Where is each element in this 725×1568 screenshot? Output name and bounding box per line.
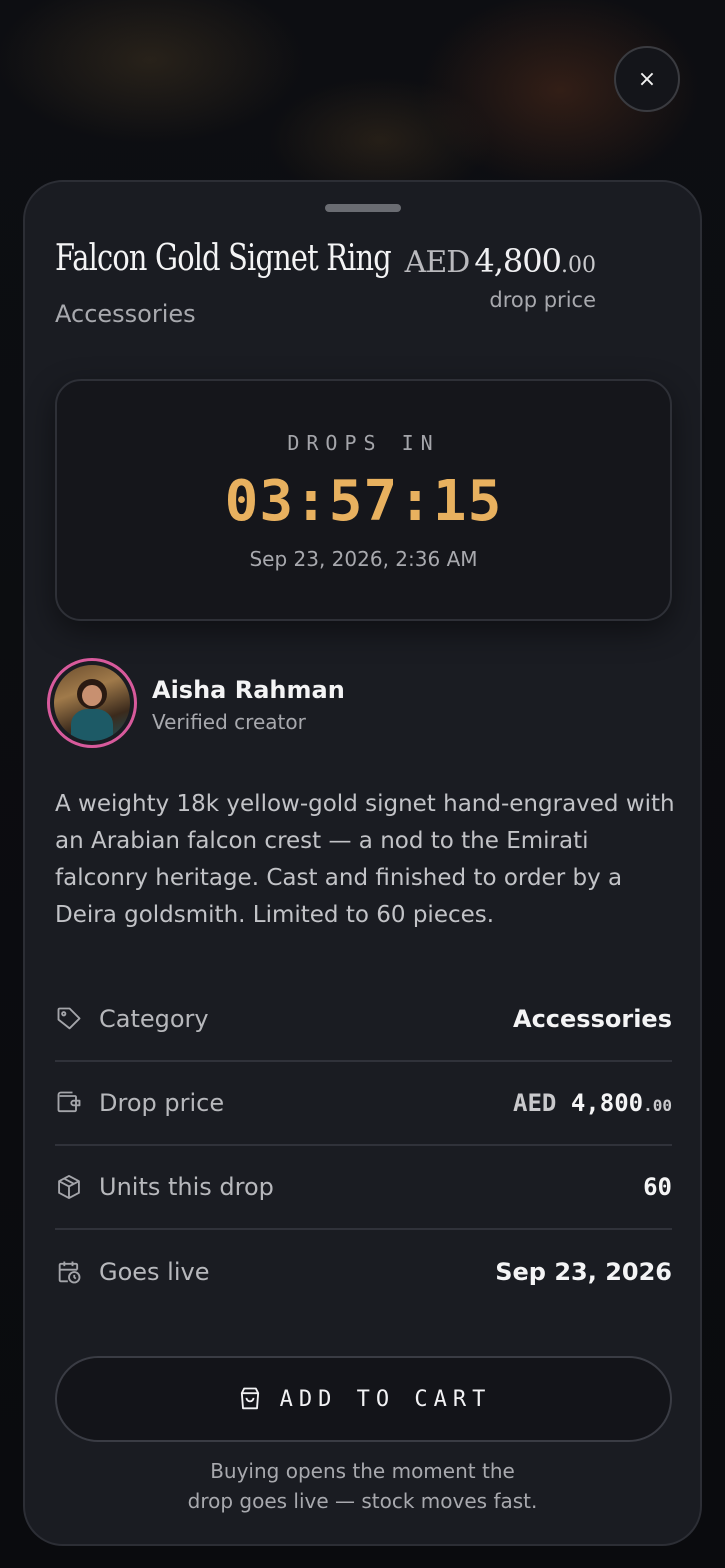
price-note: drop price [489,288,596,312]
countdown-card: DROPS IN 03:57:15 Sep 23, 2026, 2:36 AM [55,379,672,621]
calendar-clock-icon [55,1258,83,1286]
spec-row-goes-live: Goes live Sep 23, 2026 [55,1230,672,1314]
close-button[interactable]: × [614,46,680,112]
product-description: A weighty 18k yellow-gold signet hand-en… [55,791,675,928]
countdown-timer: 03:57:15 [224,469,503,534]
price-amount: 4,800 [474,242,562,280]
price-currency: AED [404,245,471,280]
spec-value: Sep 23, 2026 [495,1258,672,1286]
add-to-cart-button[interactable]: ADD TO CART [55,1356,672,1442]
spec-price-decimals: .00 [643,1096,672,1115]
product-price: AED 4,800.00 [405,242,596,280]
tag-icon [55,1005,83,1033]
creator-role: Verified creator [152,710,306,734]
avatar[interactable] [47,658,137,748]
footnote: Buying opens the moment the drop goes li… [25,1456,700,1516]
creator-name[interactable]: Aisha Rahman [152,676,345,704]
spec-label: Drop price [99,1089,225,1117]
add-to-cart-label: ADD TO CART [279,1386,492,1412]
footnote-line-1: Buying opens the moment the [210,1459,515,1483]
product-sheet: Falcon Gold Signet Ring Accessories AED … [23,180,702,1546]
footnote-line-2: drop goes live — stock moves fast. [187,1489,538,1513]
shopping-bag-icon [236,1385,264,1413]
spec-price-currency: AED [513,1089,557,1117]
spec-value: 60 [643,1173,672,1201]
spec-row-drop-price: Drop price AED 4,800.00 [55,1062,672,1146]
spec-value: Accessories [513,1005,672,1033]
spec-list: Category Accessories Drop price AED 4,80… [55,978,672,1314]
drag-handle[interactable] [325,204,401,212]
product-title: Falcon Gold Signet Ring [55,238,392,279]
price-decimals: .00 [561,253,596,278]
spec-label: Category [99,1005,209,1033]
countdown-date: Sep 23, 2026, 2:36 AM [249,547,478,571]
spec-label: Units this drop [99,1173,274,1201]
spec-row-units: Units this drop 60 [55,1146,672,1230]
countdown-label: DROPS IN [287,431,440,455]
spec-price-amount: 4,800 [570,1089,644,1117]
box-icon [55,1173,83,1201]
avatar-photo [54,665,130,741]
wallet-icon [55,1089,83,1117]
close-icon: × [637,66,657,92]
spec-value: AED 4,800.00 [513,1089,672,1117]
spec-label: Goes live [99,1258,210,1286]
spec-row-category: Category Accessories [55,978,672,1062]
product-category: Accessories [55,300,196,328]
